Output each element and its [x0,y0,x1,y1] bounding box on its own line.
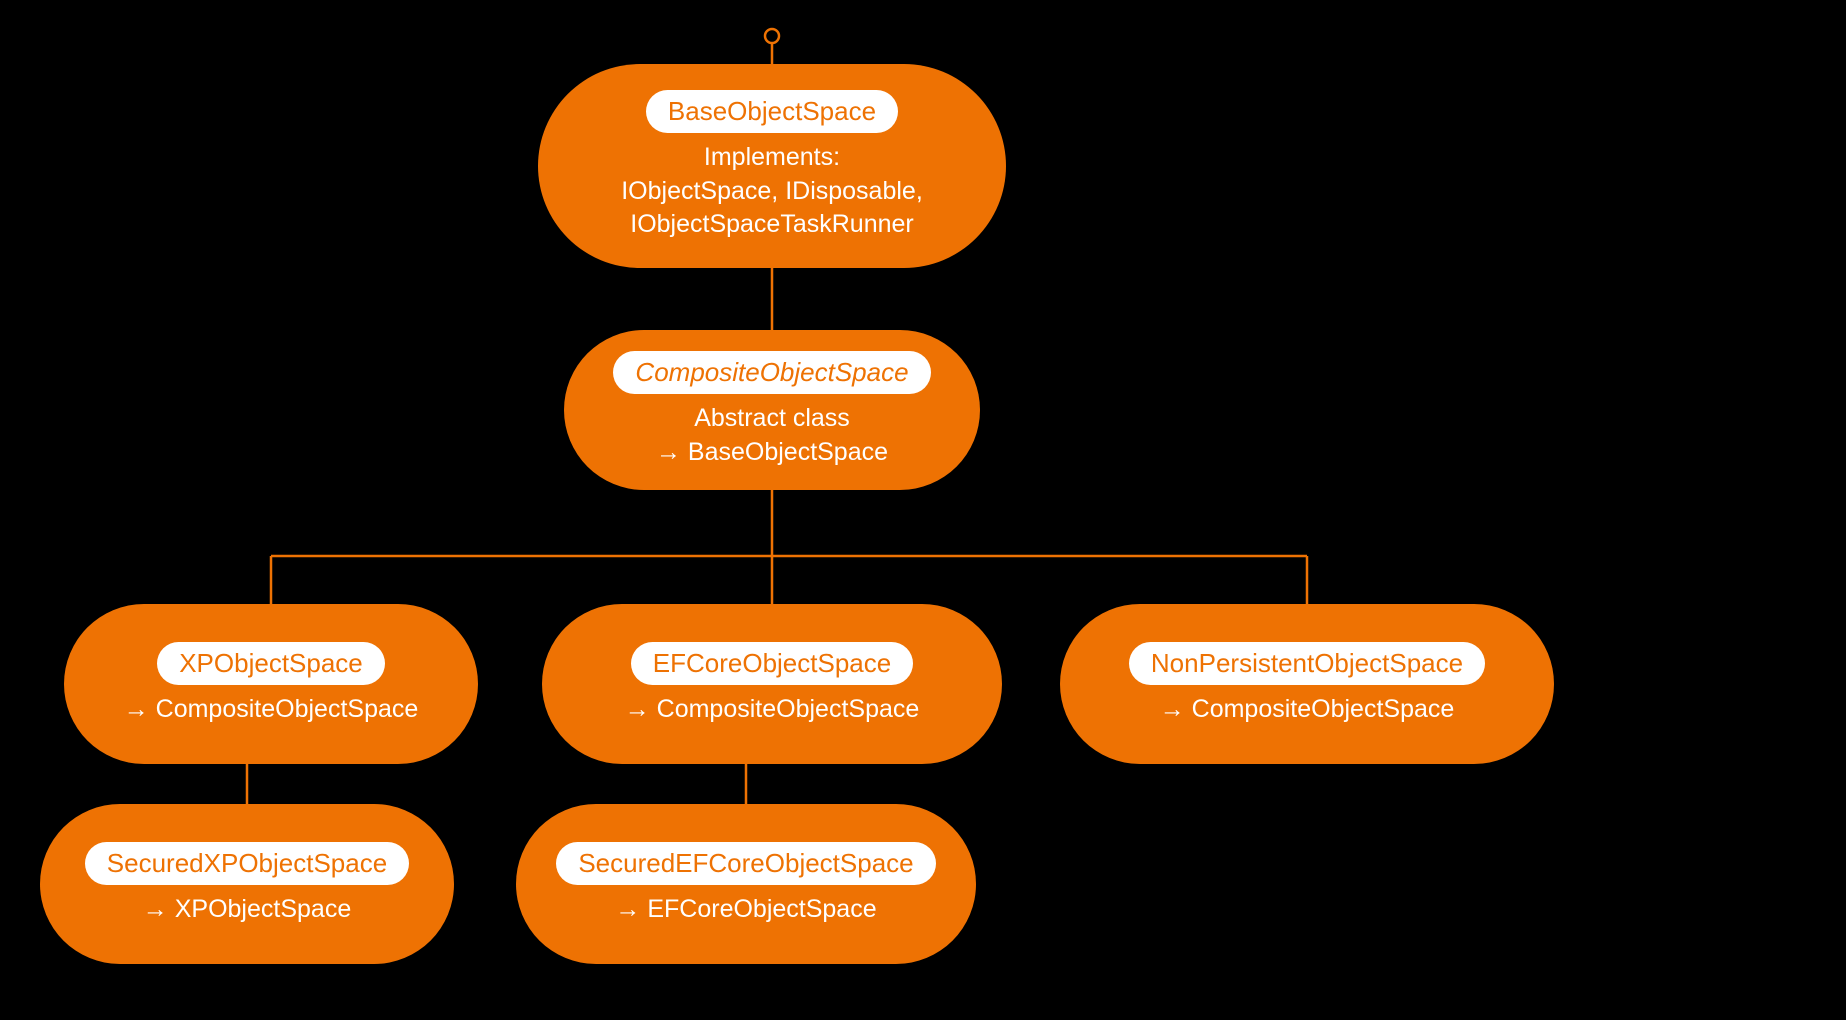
node-body: → EFCoreObjectSpace [615,893,876,927]
node-secured-efcore-object-space: SecuredEFCoreObjectSpace → EFCoreObjectS… [516,804,976,964]
node-title: SecuredXPObjectSpace [85,842,409,885]
node-body: → CompositeObjectSpace [625,693,920,727]
node-body: Abstract class → BaseObjectSpace [656,402,888,470]
node-body: → CompositeObjectSpace [1160,693,1455,727]
node-secured-xp-object-space: SecuredXPObjectSpace → XPObjectSpace [40,804,454,964]
node-title: CompositeObjectSpace [613,351,930,394]
node-title: EFCoreObjectSpace [631,642,913,685]
node-title: NonPersistentObjectSpace [1129,642,1485,685]
node-body: → XPObjectSpace [143,893,351,927]
node-title: XPObjectSpace [157,642,385,685]
node-composite-object-space: CompositeObjectSpace Abstract class → Ba… [564,330,980,490]
node-base-object-space: BaseObjectSpace Implements: IObjectSpace… [538,64,1006,268]
node-title: SecuredEFCoreObjectSpace [556,842,935,885]
node-efcore-object-space: EFCoreObjectSpace → CompositeObjectSpace [542,604,1002,764]
node-xp-object-space: XPObjectSpace → CompositeObjectSpace [64,604,478,764]
node-body: Implements: IObjectSpace, IDisposable, I… [621,141,923,242]
diagram-canvas: BaseObjectSpace Implements: IObjectSpace… [0,0,1846,1020]
node-body: → CompositeObjectSpace [124,693,419,727]
node-nonpersistent-object-space: NonPersistentObjectSpace → CompositeObje… [1060,604,1554,764]
node-title: BaseObjectSpace [646,90,898,133]
